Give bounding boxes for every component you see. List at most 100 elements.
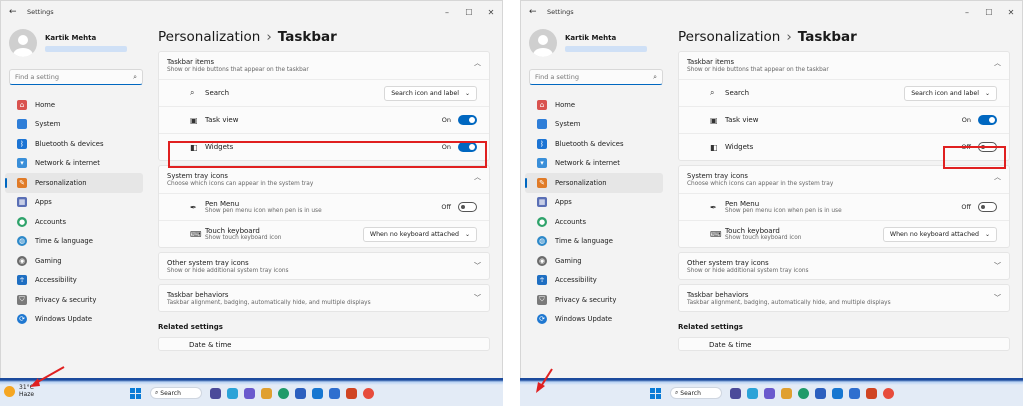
sidebar-item-accounts[interactable]: ● Accounts (525, 212, 663, 232)
content-area: Personalization › Taskbar Taskbar items Sho… (158, 23, 502, 379)
search-dropdown[interactable]: Search icon and label ⌄ (904, 85, 997, 101)
user-email-redacted (45, 46, 127, 52)
user-profile[interactable]: Kartik Mehta (1, 23, 153, 63)
taskbar-app-icon[interactable] (747, 387, 758, 399)
system-tray-header[interactable]: System tray icons Choose which icons can … (159, 166, 489, 193)
date-time-link[interactable]: Date & time (158, 337, 490, 351)
taskbar-items-header[interactable]: Taskbar items Show or hide buttons that a… (679, 52, 1009, 79)
user-name: Kartik Mehta (45, 34, 97, 42)
taskbar-app-icon[interactable] (227, 387, 238, 399)
sidebar-item-home[interactable]: ⌂ Home (5, 95, 143, 115)
start-icon[interactable] (650, 387, 661, 399)
sidebar-item-network[interactable]: ▾ Network & internet (525, 154, 663, 174)
sidebar-item-system[interactable]: System (5, 115, 143, 135)
start-icon[interactable] (130, 387, 141, 399)
folder-icon[interactable] (781, 387, 792, 399)
breadcrumb-parent[interactable]: Personalization (158, 29, 260, 45)
taskbar-behaviors-card[interactable]: Taskbar behaviors Taskbar alignment, badg… (158, 284, 490, 312)
sidebar-item-windows-update[interactable]: ⟳ Windows Update (525, 310, 663, 330)
maximize-icon[interactable]: ☐ (978, 8, 1000, 17)
sidebar-item-bluetooth[interactable]: ᛒ Bluetooth & devices (525, 134, 663, 154)
search-box[interactable]: ⌕ (9, 69, 143, 85)
sidebar-item-gaming[interactable]: ◉ Gaming (5, 251, 143, 271)
red-arrow-annotation (30, 366, 65, 387)
minimize-icon[interactable]: – (956, 8, 978, 17)
powerpoint-icon[interactable] (866, 387, 877, 399)
avatar (9, 29, 37, 57)
system-tray-header[interactable]: System tray icons Choose which icons can … (679, 166, 1009, 193)
sidebar-item-privacy[interactable]: ⛉ Privacy & security (5, 290, 143, 310)
breadcrumb-parent[interactable]: Personalization (678, 29, 780, 45)
taskbar-app-icon[interactable] (312, 387, 323, 399)
sidebar-item-accessibility[interactable]: ☥ Accessibility (5, 271, 143, 291)
word-icon[interactable] (815, 387, 826, 399)
close-icon[interactable]: ✕ (480, 8, 502, 17)
sidebar-item-bluetooth[interactable]: ᛒ Bluetooth & devices (5, 134, 143, 154)
highlight-box (943, 146, 1006, 169)
other-tray-card[interactable]: Other system tray icons Show or hide addi… (158, 252, 490, 280)
search-box[interactable]: ⌕ (529, 69, 663, 85)
taskbar-app-icon[interactable] (730, 387, 741, 399)
taskbar-app-icon[interactable] (832, 387, 843, 399)
sidebar-item-time-language[interactable]: ◍ Time & language (5, 232, 143, 252)
pen-menu-toggle[interactable] (978, 202, 997, 212)
taskbar-search[interactable]: ⌕ Search (150, 387, 202, 399)
weather-sun-icon (4, 385, 15, 397)
sidebar-item-gaming[interactable]: ◉ Gaming (525, 251, 663, 271)
other-tray-card[interactable]: Other system tray icons Show or hide addi… (678, 252, 1010, 280)
task-view-toggle[interactable] (978, 115, 997, 125)
word-icon[interactable] (295, 387, 306, 399)
taskbar-behaviors-card[interactable]: Taskbar behaviors Taskbar alignment, badg… (678, 284, 1010, 312)
sidebar-item-personalization[interactable]: ✎ Personalization (525, 173, 663, 193)
nav-list: ⌂ Home System ᛒ Bluetooth & devices ▾ Netwo… (1, 95, 153, 329)
accessibility-icon: ☥ (17, 275, 27, 286)
chrome-icon[interactable] (363, 387, 374, 399)
system-icon (537, 119, 547, 130)
keyboard-icon: ⌨ (710, 229, 722, 239)
search-input[interactable] (15, 73, 134, 81)
sidebar-item-home[interactable]: ⌂ Home (525, 95, 663, 115)
back-arrow-icon[interactable]: ← (9, 7, 27, 17)
maximize-icon[interactable]: ☐ (458, 8, 480, 17)
search-dropdown[interactable]: Search icon and label ⌄ (384, 85, 477, 101)
sidebar-item-personalization[interactable]: ✎ Personalization (5, 173, 143, 193)
taskbar-app-icon[interactable] (849, 387, 860, 399)
sidebar-item-apps[interactable]: ▦ Apps (525, 193, 663, 213)
sidebar-item-time-language[interactable]: ◍ Time & language (525, 232, 663, 252)
taskbar-app-icon[interactable] (210, 387, 221, 399)
task-view-toggle[interactable] (458, 115, 477, 125)
taskbar-app-icon[interactable] (329, 387, 340, 399)
sidebar-item-accounts[interactable]: ● Accounts (5, 212, 143, 232)
taskbar-app-icon[interactable] (764, 387, 775, 399)
close-icon[interactable]: ✕ (1000, 8, 1022, 17)
taskbar-items-header[interactable]: Taskbar items Show or hide buttons that a… (159, 52, 489, 79)
sidebar-item-network[interactable]: ▾ Network & internet (5, 154, 143, 174)
powerpoint-icon[interactable] (346, 387, 357, 399)
related-settings-heading: Related settings (158, 323, 223, 331)
touch-keyboard-dropdown[interactable]: When no keyboard attached ⌄ (362, 226, 477, 242)
sidebar-item-windows-update[interactable]: ⟳ Windows Update (5, 310, 143, 330)
globe-icon: ◍ (537, 236, 547, 247)
minimize-icon[interactable]: – (436, 8, 458, 17)
date-time-link[interactable]: Date & time (678, 337, 1010, 351)
edge-icon[interactable] (278, 387, 289, 399)
system-tray-card: System tray icons Choose which icons can … (158, 165, 490, 248)
edge-icon[interactable] (798, 387, 809, 399)
search-input[interactable] (535, 73, 654, 81)
user-profile[interactable]: Kartik Mehta (521, 23, 673, 63)
taskbar-app-icon[interactable] (244, 387, 255, 399)
back-arrow-icon[interactable]: ← (529, 7, 547, 17)
update-icon: ⟳ (537, 314, 547, 325)
app-title: Settings (547, 8, 574, 16)
pen-menu-toggle[interactable] (458, 202, 477, 212)
sidebar-item-system[interactable]: System (525, 115, 663, 135)
touch-keyboard-dropdown[interactable]: When no keyboard attached ⌄ (882, 226, 997, 242)
accounts-icon: ● (537, 216, 547, 227)
folder-icon[interactable] (261, 387, 272, 399)
sidebar-item-accessibility[interactable]: ☥ Accessibility (525, 271, 663, 291)
avatar (529, 29, 557, 57)
sidebar-item-apps[interactable]: ▦ Apps (5, 193, 143, 213)
sidebar-item-privacy[interactable]: ⛉ Privacy & security (525, 290, 663, 310)
taskbar-search[interactable]: ⌕ Search (670, 387, 722, 399)
chrome-icon[interactable] (883, 387, 894, 399)
